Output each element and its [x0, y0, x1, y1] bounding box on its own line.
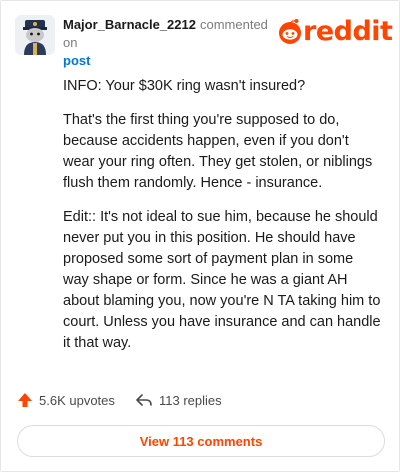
reply-button[interactable]: 113 replies	[135, 389, 222, 411]
comment-actions: 5.6K upvotes 113 replies	[17, 389, 387, 411]
comment-header: Major_Barnacle_2212 commented on post red…	[15, 13, 393, 68]
snoo-avatar-icon	[15, 15, 55, 55]
post-link[interactable]: post	[63, 52, 283, 70]
avatar[interactable]	[15, 15, 55, 55]
upvote-button[interactable]: 5.6K upvotes	[17, 389, 115, 411]
reddit-snoo-icon	[279, 19, 301, 44]
username-link[interactable]: Major_Barnacle_2212	[63, 17, 196, 32]
comment-paragraph: That's the first thing you're supposed t…	[63, 112, 373, 191]
reply-arrow-icon	[136, 394, 152, 406]
reddit-wordmark: reddit	[303, 16, 393, 47]
comment-card: Major_Barnacle_2212 commented on post red…	[0, 0, 400, 472]
reddit-logo[interactable]: reddit	[277, 13, 393, 49]
comment-paragraph: INFO: Your $30K ring wasn't insured?	[63, 78, 306, 94]
comment-paragraph: Edit:: It's not ideal to sue him, becaus…	[63, 209, 381, 351]
comment-meta: Major_Barnacle_2212 commented on post	[63, 16, 283, 70]
upvote-arrow-icon	[18, 393, 32, 407]
upvote-count: 5.6K upvotes	[39, 392, 115, 408]
comment-body: INFO: Your $30K ring wasn't insured? Tha…	[63, 76, 381, 367]
view-comments-button[interactable]: View 113 comments	[17, 425, 385, 457]
reply-count: 113 replies	[159, 392, 222, 408]
